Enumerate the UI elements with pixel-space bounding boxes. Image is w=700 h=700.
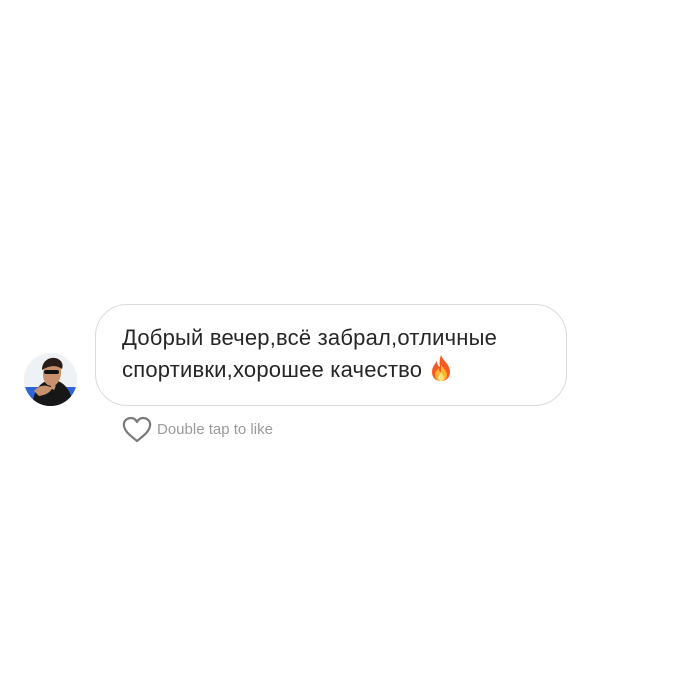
message-line-2: спортивки,хорошее качество [122, 357, 423, 382]
avatar[interactable] [24, 353, 77, 406]
double-tap-like-label: Double tap to like [157, 420, 273, 438]
received-message-row: Добрый вечер,всё забрал,отличные спортив… [22, 304, 582, 408]
heart-outline-icon[interactable] [122, 416, 152, 443]
message-bubble[interactable]: Добрый вечер,всё забрал,отличные спортив… [95, 304, 567, 406]
message-thread: Добрый вечер,всё забрал,отличные спортив… [0, 0, 700, 700]
message-text: Добрый вечер,всё забрал,отличные спортив… [122, 322, 540, 386]
double-tap-like-hint[interactable]: Double tap to like [122, 415, 273, 443]
fire-icon [429, 354, 453, 382]
avatar-photo [24, 353, 77, 406]
message-line-2-wrapper: спортивки,хорошее качество [122, 354, 540, 386]
message-line-1: Добрый вечер,всё забрал,отличные [122, 325, 498, 350]
